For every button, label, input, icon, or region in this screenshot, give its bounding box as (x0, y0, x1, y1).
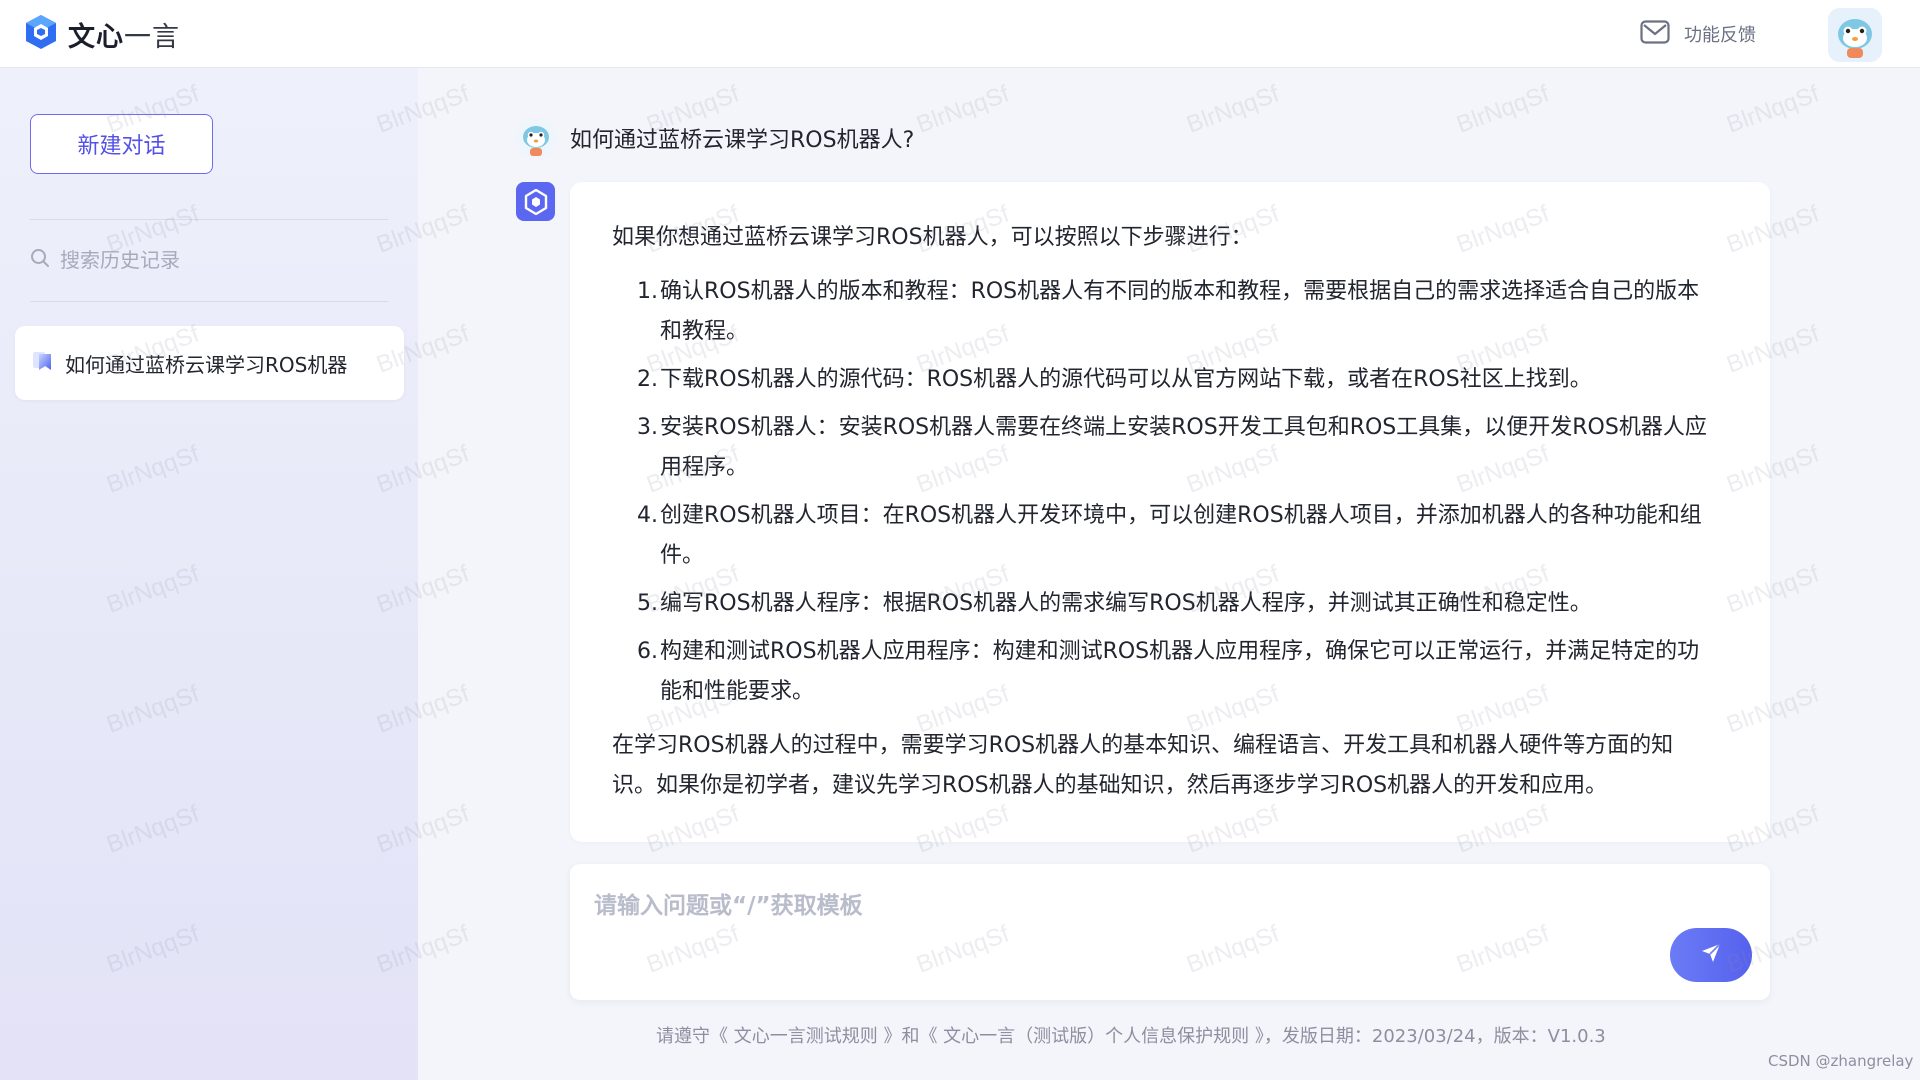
list-item: 4. 创建ROS机器人项目：在ROS机器人开发环境中，可以创建ROS机器人项目，并… (637, 503, 1702, 568)
credit-text: CSDN @zhangrelay (1768, 1052, 1914, 1070)
send-button[interactable] (1670, 928, 1752, 982)
brand[interactable]: 文心一言 (24, 14, 180, 54)
search-icon (30, 248, 50, 272)
answer-card: 如果你想通过蓝桥云课学习ROS机器人，可以按照以下步骤进行： 1. 确认ROS机器… (570, 182, 1770, 842)
answer-steps: 1. 确认ROS机器人的版本和教程：ROS机器人有不同的版本和教程，需要根据自己的… (612, 272, 1728, 712)
sidebar: 新建对话 搜索历史记录 如何通过蓝桥云课学习ROS机器 (0, 68, 418, 1080)
feedback-label: 功能反馈 (1684, 25, 1756, 46)
new-chat-button[interactable]: 新建对话 (30, 114, 213, 174)
app-root: 文心一言 功能反馈 新建对话 搜索历史记录 如何通过蓝桥云课学习ROS机器 如何… (0, 0, 1920, 1080)
list-item: 6. 构建和测试ROS机器人应用程序：构建和测试ROS机器人应用程序，确保它可以正… (637, 639, 1700, 704)
history-item-label: 如何通过蓝桥云课学习ROS机器 (65, 352, 348, 377)
user-question-row: 如何通过蓝桥云课学习ROS机器人? (516, 116, 914, 160)
send-icon (1696, 938, 1726, 972)
sidebar-divider (30, 301, 388, 302)
history-item[interactable]: 如何通过蓝桥云课学习ROS机器 (15, 326, 404, 400)
history-search-input[interactable] (60, 248, 380, 272)
list-item: 2. 下载ROS机器人的源代码：ROS机器人的源代码可以从官方网站下载，或者在RO… (637, 367, 1592, 392)
sidebar-divider (30, 219, 388, 220)
list-item: 3. 安装ROS机器人：安装ROS机器人需要在终端上安装ROS开发工具包和ROS工… (637, 415, 1707, 480)
history-search (30, 242, 388, 278)
user-avatar[interactable] (1828, 8, 1882, 62)
feedback-button[interactable]: 功能反馈 (1640, 18, 1756, 50)
answer-outro: 在学习ROS机器人的过程中，需要学习ROS机器人的基本知识、编程语言、开发工具和… (612, 733, 1674, 798)
answer-intro: 如果你想通过蓝桥云课学习ROS机器人，可以按照以下步骤进行： (612, 225, 1253, 250)
prompt-box (570, 864, 1770, 1000)
mail-icon (1640, 20, 1670, 48)
user-question-text: 如何通过蓝桥云课学习ROS机器人? (570, 128, 915, 153)
prompt-input[interactable] (594, 886, 1674, 936)
footer-note: 请遵守《 文心一言测试规则 》和《 文心一言（测试版）个人信息保护规则 》，发版… (656, 1026, 1606, 1047)
list-item: 5. 编写ROS机器人程序：根据ROS机器人的需求编写ROS机器人程序，并测试其正… (637, 591, 1592, 616)
top-bar: 文心一言 功能反馈 (0, 0, 1920, 68)
chat-bookmark-icon (31, 350, 55, 376)
brand-name: 文心一言 (68, 21, 180, 53)
logo-cube-icon (24, 13, 58, 55)
user-avatar-small (516, 118, 556, 158)
bot-avatar-icon (516, 182, 555, 221)
list-item: 1. 确认ROS机器人的版本和教程：ROS机器人有不同的版本和教程，需要根据自己的… (637, 279, 1700, 344)
